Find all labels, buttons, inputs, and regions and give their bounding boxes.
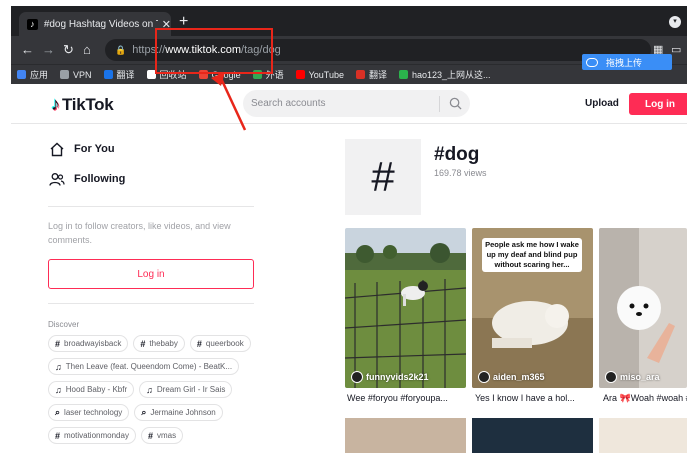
discover-chip[interactable]: ♫ Hood Baby - Kbfr <box>48 381 135 398</box>
vpn-icon <box>60 70 70 79</box>
discover-chip[interactable]: # thebaby <box>133 335 185 352</box>
cloud-icon <box>586 57 598 67</box>
header-login-button[interactable]: Log in <box>629 93 687 115</box>
extension-icon[interactable]: ▭ <box>671 43 681 56</box>
profile-menu-icon[interactable]: ▾ <box>669 16 681 28</box>
video-author[interactable]: funnyvids2k21 <box>351 371 429 383</box>
translate-icon <box>355 70 365 79</box>
discover-chip[interactable]: ♫ Dream Girl - Ir Sais <box>139 381 233 398</box>
video-description[interactable]: Ara 🎀Woah #woah #fo <box>603 393 687 404</box>
hao123-icon <box>399 70 408 79</box>
video-thumbnail <box>345 228 466 388</box>
translate-icon <box>103 70 113 79</box>
site-header: ♪ TikTok Search accounts Upload Log in <box>11 84 687 124</box>
home-icon[interactable]: ⌂ <box>83 41 91 59</box>
youtube-icon <box>295 70 305 79</box>
discover-heading: Discover <box>48 320 80 329</box>
back-arrow-icon[interactable]: ← <box>21 41 34 59</box>
hashtag-cover: # <box>345 139 421 215</box>
video-card[interactable] <box>599 418 687 453</box>
avatar <box>351 371 363 383</box>
discover-chip[interactable]: # broadwayisback <box>48 335 129 352</box>
search-icon[interactable] <box>440 97 470 110</box>
discover-list: # broadwayisback # thebaby # queerbook ♫ The… <box>48 335 260 450</box>
video-author[interactable]: miso_ara <box>605 371 660 383</box>
browser-tab-bar: ♪ #dog Hashtag Videos on TikTok ✕ + ▾ <box>11 6 687 36</box>
sidebar: For You Following Log in to follow creat… <box>48 124 258 453</box>
lock-icon: 🔒 <box>115 44 127 55</box>
divider <box>48 206 254 207</box>
video-author[interactable]: aiden_m365 <box>478 371 545 383</box>
tiktok-favicon-icon: ♪ <box>27 18 38 30</box>
hashtag-icon: # <box>371 153 395 200</box>
hashtag-icon: # <box>55 338 61 349</box>
bookmark-item[interactable]: 翻译 <box>355 68 387 81</box>
browser-tab[interactable]: ♪ #dog Hashtag Videos on TikTok ✕ <box>19 12 171 36</box>
hashtag-icon: # <box>147 430 153 441</box>
search-input[interactable]: Search accounts <box>251 98 439 109</box>
highlight-box <box>155 28 273 74</box>
avatar <box>478 371 490 383</box>
video-description[interactable]: Wee #foryou #foryoupa... <box>347 393 468 403</box>
nav-following[interactable]: Following <box>48 164 258 194</box>
people-icon <box>48 172 66 187</box>
login-hint-text: Log in to follow creators, like videos, … <box>48 221 231 245</box>
search-box[interactable]: Search accounts <box>243 90 470 117</box>
bookmark-item[interactable]: 应用 <box>17 68 48 81</box>
discover-chip[interactable]: # vmas <box>140 427 184 444</box>
bookmark-item[interactable]: hao123_上网从这... <box>399 68 491 81</box>
drag-upload-button[interactable]: 拖拽上传 <box>582 54 672 70</box>
home-icon <box>48 142 66 157</box>
music-note-icon: ♫ <box>55 361 62 372</box>
forward-arrow-icon[interactable]: → <box>42 41 55 59</box>
bookmark-item[interactable]: VPN <box>60 70 92 80</box>
discover-chip[interactable]: ⌕ Jermaine Johnson <box>134 404 223 421</box>
music-note-icon: ♫ <box>146 384 153 395</box>
divider <box>48 303 254 304</box>
bookmark-item[interactable]: 翻译 <box>103 68 135 81</box>
sidebar-login-button[interactable]: Log in <box>48 259 254 289</box>
discover-chip[interactable]: ♫ Then Leave (feat. Queendom Come) - Beat… <box>48 358 240 375</box>
video-card[interactable]: funnyvids2k21 <box>345 228 466 388</box>
video-thumbnail <box>599 228 687 388</box>
tab-title: #dog Hashtag Videos on TikTok <box>43 18 158 30</box>
video-description[interactable]: Yes I know I have a hol... <box>475 393 596 403</box>
video-card[interactable] <box>472 418 593 453</box>
discover-chip[interactable]: ⌕ laser technology <box>48 404 130 421</box>
hashtag-icon: # <box>140 338 146 349</box>
search-icon: ⌕ <box>141 407 147 417</box>
tiktok-logo[interactable]: ♪ TikTok <box>51 94 114 115</box>
video-card[interactable] <box>345 418 466 453</box>
screen: ♪ #dog Hashtag Videos on TikTok ✕ + ▾ ← … <box>11 6 687 453</box>
video-caption-overlay: People ask me how I wake up my deaf and … <box>482 238 582 272</box>
reload-icon[interactable]: ↻ <box>63 41 74 59</box>
view-count: 169.78 views <box>434 168 487 178</box>
annotation-arrow <box>211 72 247 131</box>
video-card[interactable]: People ask me how I wake up my deaf and … <box>472 228 593 388</box>
discover-chip[interactable]: # motivationmonday <box>48 427 136 444</box>
apps-grid-icon <box>17 70 26 79</box>
discover-chip[interactable]: # queerbook <box>189 335 251 352</box>
nav-for-you[interactable]: For You <box>48 134 258 164</box>
hashtag-icon: # <box>55 430 61 441</box>
page-title: #dog <box>434 144 480 165</box>
music-note-icon: ♫ <box>55 384 62 395</box>
search-icon: ⌕ <box>55 407 61 417</box>
tiktok-note-icon: ♪ <box>51 94 60 114</box>
hashtag-icon: # <box>196 338 202 349</box>
upload-link[interactable]: Upload <box>585 98 619 109</box>
bookmark-item[interactable]: YouTube <box>295 70 344 80</box>
avatar <box>605 371 617 383</box>
video-card[interactable]: miso_ara <box>599 228 687 388</box>
